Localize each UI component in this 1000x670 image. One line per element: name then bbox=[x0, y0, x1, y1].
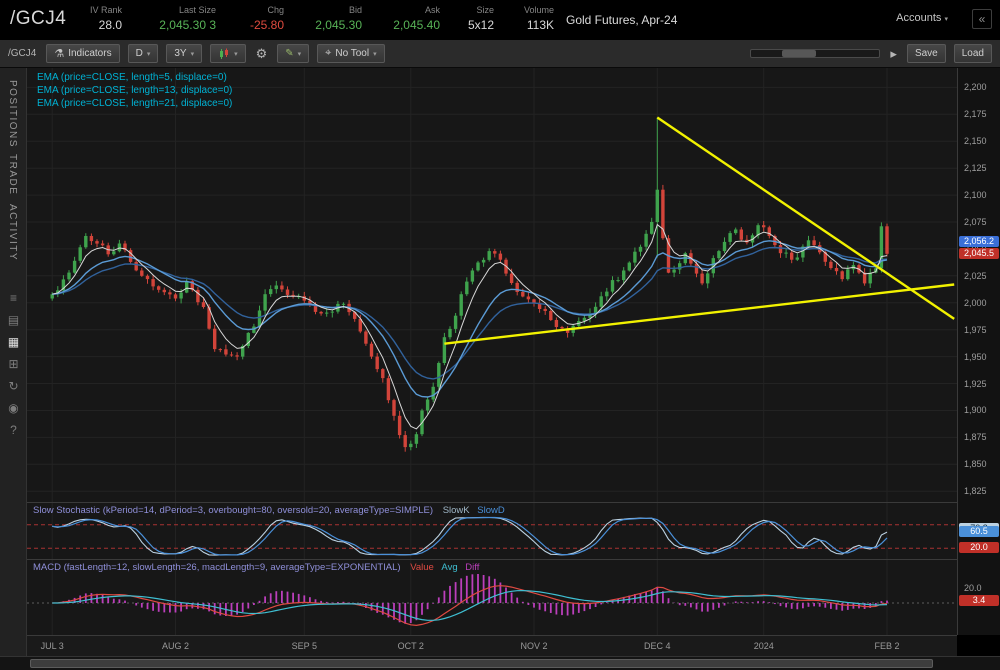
accounts-menu[interactable]: Accounts ▾ bbox=[896, 12, 948, 24]
ema13-label: EMA (price=CLOSE, length=13, displace=0) bbox=[37, 85, 232, 96]
chevron-down-icon: ▾ bbox=[147, 50, 151, 58]
time-tick-label: NOV 2 bbox=[521, 641, 548, 651]
price-tick-label: 2,025 bbox=[964, 271, 987, 281]
time-tick-label: FEB 2 bbox=[874, 641, 899, 651]
quote-header: /GCJ4 IV Rank 28.0 Last Size 2,045.30 3 … bbox=[0, 0, 1000, 40]
price-axis[interactable]: 2,056.2 2,045.5 70.3 60.5 20.0 20.0 0.0 … bbox=[957, 68, 1000, 635]
indicators-button[interactable]: ⚗ Indicators bbox=[46, 44, 119, 63]
time-tick-label: OCT 2 bbox=[398, 641, 424, 651]
chevron-down-icon: ▾ bbox=[298, 50, 302, 58]
price-chart-canvas[interactable] bbox=[27, 68, 957, 502]
sidebar-icons: ≡ ▤ ▦ ⊞ ↻ ◉? bbox=[0, 292, 27, 436]
field-last-size: Last Size 2,045.30 3 bbox=[138, 5, 216, 32]
toolbar-symbol: /GCJ4 bbox=[8, 48, 36, 59]
price-tick-label: 2,075 bbox=[964, 217, 987, 227]
field-size: Size 5x12 bbox=[456, 5, 494, 32]
last-price-tag: 2,045.5 bbox=[959, 248, 999, 259]
field-change: Chg -25.80 bbox=[232, 5, 284, 32]
macd-axis-20: 20.0 bbox=[964, 583, 982, 593]
range-dropdown[interactable]: 3Y ▾ bbox=[166, 44, 202, 63]
time-tick-label: 2024 bbox=[754, 641, 774, 651]
refresh-icon[interactable]: ↻ bbox=[8, 380, 18, 392]
candlestick-icon bbox=[218, 48, 230, 60]
instrument-description: Gold Futures, Apr-24 bbox=[566, 13, 677, 27]
field-volume: Volume 113K bbox=[510, 5, 554, 32]
timeframe-dropdown[interactable]: D ▾ bbox=[128, 44, 159, 63]
chevron-down-icon: ▾ bbox=[373, 50, 377, 58]
chart-style-dropdown[interactable]: ▾ bbox=[210, 44, 246, 63]
time-axis[interactable]: JUL 3 AUG 2 SEP 5 OCT 2 NOV 2 DEC 4 2024 FEB 2 bbox=[27, 635, 957, 656]
time-tick-label: JUL 3 bbox=[41, 641, 64, 651]
time-tick-label: AUG 2 bbox=[162, 641, 189, 651]
chart-settings-button[interactable]: ⚙ bbox=[254, 46, 270, 62]
price-tick-label: 2,125 bbox=[964, 163, 987, 173]
price-tick-label: 2,200 bbox=[964, 82, 987, 92]
slowd-value-tag: 60.5 bbox=[959, 526, 999, 537]
horizontal-scrollbar[interactable] bbox=[0, 656, 1000, 670]
chevron-down-icon: ▾ bbox=[191, 50, 195, 58]
help-icon[interactable]: ? bbox=[10, 424, 17, 436]
trading-platform-window: /GCJ4 IV Rank 28.0 Last Size 2,045.30 3 … bbox=[0, 0, 1000, 670]
price-tick-label: 2,100 bbox=[964, 190, 987, 200]
crosshair-icon: ⌖ bbox=[325, 47, 331, 60]
list-icon[interactable]: ▤ bbox=[8, 314, 19, 326]
price-tick-label: 1,900 bbox=[964, 405, 987, 415]
main-price-chart[interactable]: EMA (price=CLOSE, length=5, displace=0) … bbox=[27, 68, 957, 502]
macd-value-tag: 3.4 bbox=[959, 595, 999, 606]
dashboard-icon[interactable]: ⊞ bbox=[8, 358, 18, 370]
quote-fields: IV Rank 28.0 Last Size 2,045.30 3 Chg -2… bbox=[78, 5, 554, 32]
gear-icon: ⚙ bbox=[256, 46, 268, 61]
price-tick-label: 2,000 bbox=[964, 298, 987, 308]
sidebar-tab-activity[interactable]: ACTIVITY bbox=[7, 204, 18, 261]
chevron-down-icon: ▾ bbox=[234, 50, 238, 58]
scrollbar-thumb[interactable] bbox=[30, 659, 933, 668]
chevron-down-icon: ▾ bbox=[944, 16, 948, 23]
price-tick-label: 1,950 bbox=[964, 352, 987, 362]
sidebar-tab-positions[interactable]: POSITIONS bbox=[7, 80, 18, 148]
slow-stochastic-panel[interactable]: Slow Stochastic (kPeriod=14, dPeriod=3, … bbox=[27, 502, 957, 559]
field-ask: Ask 2,045.40 bbox=[378, 5, 440, 32]
price-tick-label: 1,875 bbox=[964, 432, 987, 442]
flask-icon: ⚗ bbox=[54, 47, 64, 60]
chart-grid-icon[interactable]: ▦ bbox=[8, 336, 19, 348]
chart-toolbar: /GCJ4 ⚗ Indicators D ▾ 3Y ▾ ▾ ⚙ bbox=[0, 40, 1000, 68]
time-tick-label: DEC 4 bbox=[644, 641, 671, 651]
oversold-tag: 20.0 bbox=[959, 542, 999, 553]
field-iv-rank: IV Rank 28.0 bbox=[78, 5, 122, 32]
users-icon[interactable]: ◉ bbox=[8, 402, 18, 414]
sidebar-tab-trade[interactable]: TRADE bbox=[7, 154, 18, 195]
load-button[interactable]: Load bbox=[954, 44, 992, 63]
drawing-set-dropdown[interactable]: ✎ ▾ bbox=[277, 44, 309, 63]
ema21-label: EMA (price=CLOSE, length=21, displace=0) bbox=[37, 98, 232, 109]
ema5-label: EMA (price=CLOSE, length=5, displace=0) bbox=[37, 72, 227, 83]
price-tick-label: 1,925 bbox=[964, 379, 987, 389]
time-tick-label: SEP 5 bbox=[292, 641, 317, 651]
stochastic-study-label: Slow Stochastic (kPeriod=14, dPeriod=3, … bbox=[33, 505, 505, 516]
field-bid: Bid 2,045.30 bbox=[300, 5, 362, 32]
macd-study-label: MACD (fastLength=12, slowLength=26, macd… bbox=[33, 562, 479, 573]
price-tick-label: 1,850 bbox=[964, 459, 987, 469]
pencil-icon: ✎ bbox=[285, 48, 293, 59]
ema-price-tag: 2,056.2 bbox=[959, 236, 999, 247]
price-tick-label: 2,150 bbox=[964, 136, 987, 146]
left-sidebar: POSITIONS TRADE ACTIVITY ≡ ▤ ▦ ⊞ ↻ ◉? bbox=[0, 68, 27, 656]
symbol-title: /GCJ4 bbox=[10, 8, 66, 30]
price-tick-label: 1,975 bbox=[964, 325, 987, 335]
pan-right-button[interactable]: ▸ bbox=[888, 46, 899, 62]
zoom-scrollbar-thumb[interactable] bbox=[782, 50, 816, 57]
save-button[interactable]: Save bbox=[907, 44, 946, 63]
watchlist-icon[interactable]: ≡ bbox=[10, 292, 17, 304]
price-tick-label: 1,825 bbox=[964, 486, 987, 496]
collapse-panel-button[interactable]: « bbox=[972, 9, 992, 29]
zoom-scrollbar[interactable] bbox=[750, 49, 880, 58]
active-tool-dropdown[interactable]: ⌖ No Tool ▾ bbox=[317, 44, 384, 63]
macd-panel[interactable]: MACD (fastLength=12, slowLength=26, macd… bbox=[27, 559, 957, 635]
price-tick-label: 2,175 bbox=[964, 109, 987, 119]
